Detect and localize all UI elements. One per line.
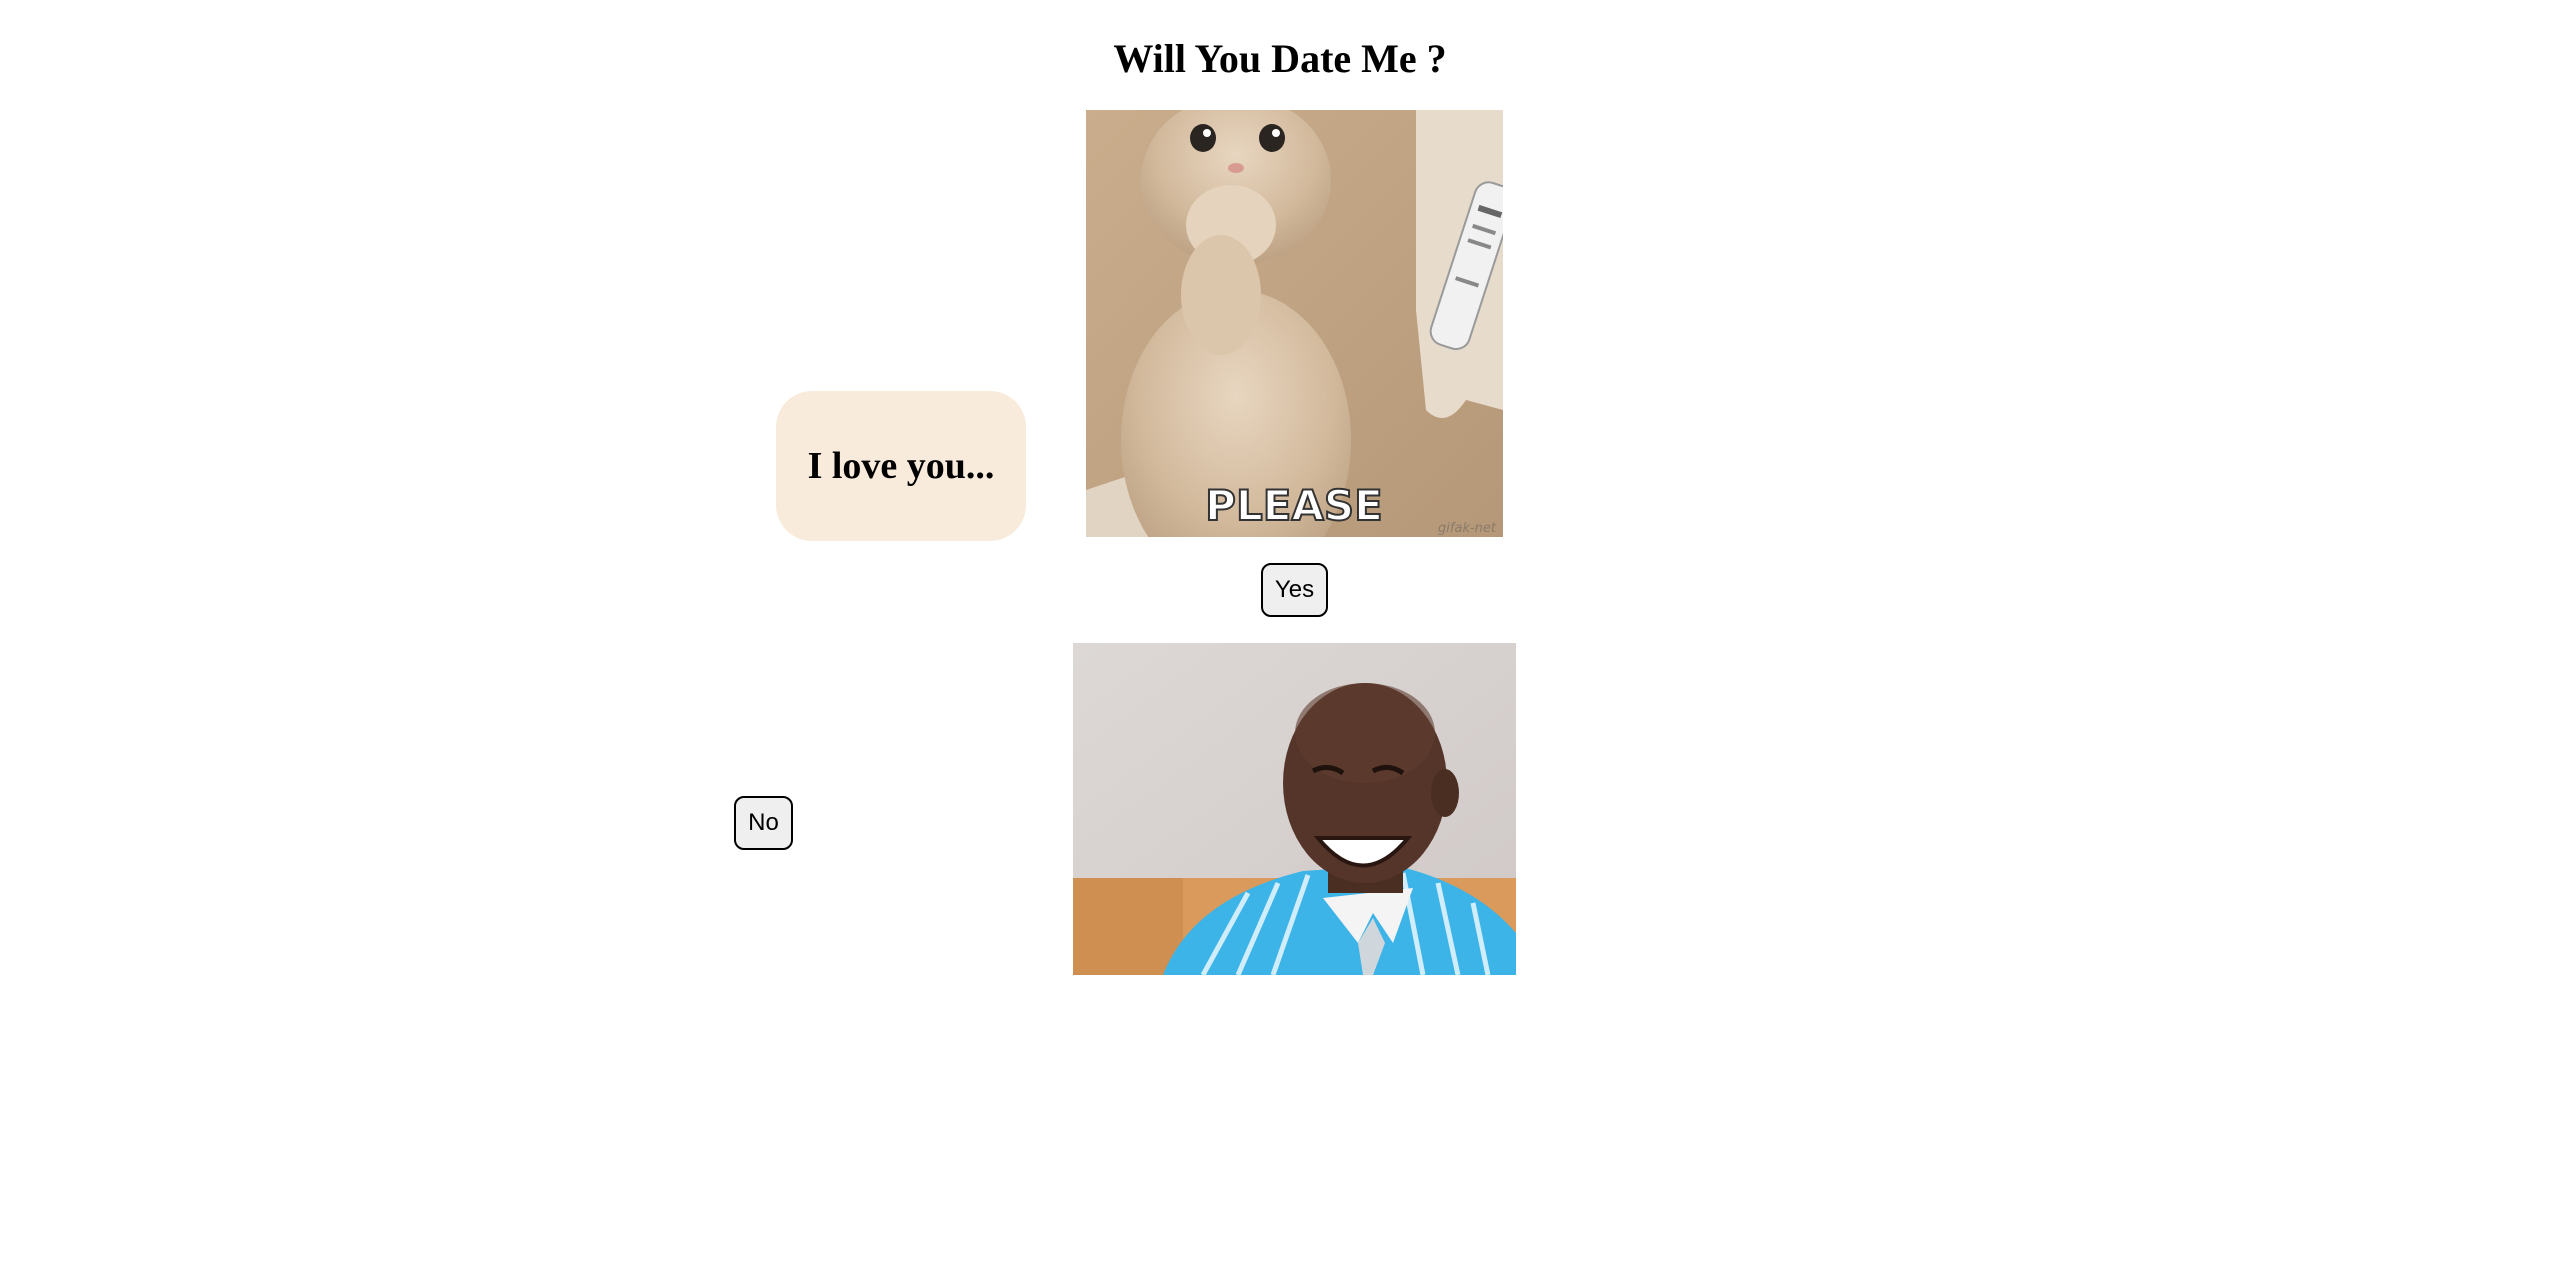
- yes-button[interactable]: Yes: [1261, 563, 1328, 617]
- love-message-text: I love you...: [807, 445, 995, 487]
- please-caption: PLEASE: [1205, 481, 1383, 530]
- laughing-man-gif: [1073, 643, 1516, 975]
- kitten-please-gif: PLEASE gifak-net: [1086, 110, 1503, 537]
- love-message-bubble: I love you...: [776, 391, 1026, 541]
- gif-watermark: gifak-net: [1438, 521, 1497, 536]
- page-title: Will You Date Me ?: [1113, 36, 1447, 81]
- no-button[interactable]: No: [734, 796, 793, 850]
